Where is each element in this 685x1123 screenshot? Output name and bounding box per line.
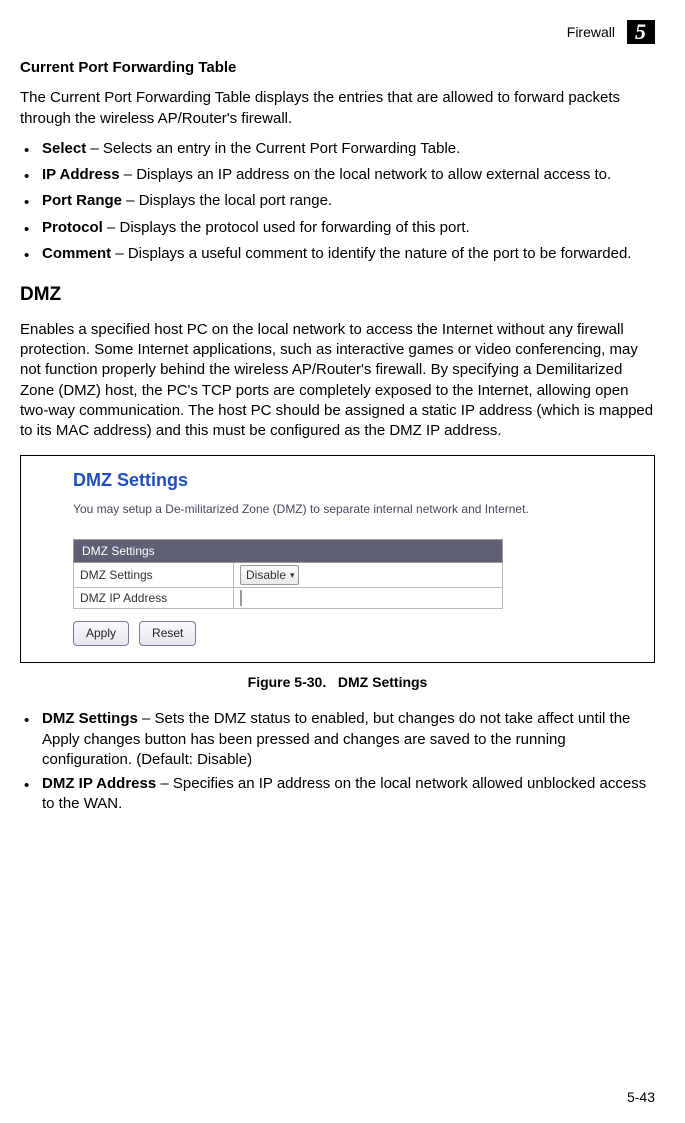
dmz-settings-dropdown[interactable]: Disable ▾ — [240, 565, 299, 585]
table-header: DMZ Settings — [74, 539, 503, 562]
chevron-down-icon: ▾ — [290, 569, 295, 581]
chapter-badge: 5 — [627, 20, 655, 44]
section-intro: The Current Port Forwarding Table displa… — [20, 88, 655, 129]
section-title-port-forwarding: Current Port Forwarding Table — [20, 58, 655, 78]
list-term: Comment — [42, 245, 111, 262]
dmz-paragraph: Enables a specified host PC on the local… — [20, 320, 655, 442]
page-header: Firewall 5 — [20, 20, 655, 44]
list-item: •IP Address – Displays an IP address on … — [24, 165, 655, 187]
list-desc: – Displays an IP address on the local ne… — [120, 166, 612, 183]
table-row: DMZ Settings Disable ▾ — [74, 563, 503, 588]
list-item: •DMZ IP Address – Specifies an IP addres… — [24, 774, 655, 815]
list-term: Protocol — [42, 219, 103, 236]
bullet-icon: • — [24, 218, 42, 240]
list-desc: – Displays the local port range. — [122, 192, 332, 209]
dmz-settings-title: DMZ Settings — [73, 468, 642, 492]
list-term: DMZ IP Address — [42, 775, 156, 792]
bullet-icon: • — [24, 774, 42, 796]
list-term: IP Address — [42, 166, 120, 183]
dmz-heading: DMZ — [20, 282, 655, 308]
list-term: Port Range — [42, 192, 122, 209]
row-label: DMZ Settings — [74, 563, 234, 588]
bullet-icon: • — [24, 165, 42, 187]
bullet-icon: • — [24, 709, 42, 731]
dmz-post-list: •DMZ Settings – Sets the DMZ status to e… — [20, 709, 655, 814]
list-desc: – Displays a useful comment to identify … — [111, 245, 631, 262]
apply-button[interactable]: Apply — [73, 621, 129, 645]
figure-caption: Figure 5-30. DMZ Settings — [20, 673, 655, 692]
list-item: •Select – Selects an entry in the Curren… — [24, 139, 655, 161]
list-term: DMZ Settings — [42, 710, 138, 727]
port-forwarding-list: •Select – Selects an entry in the Curren… — [20, 139, 655, 266]
dmz-settings-table: DMZ Settings DMZ Settings Disable ▾ DMZ … — [73, 539, 503, 610]
list-item: •Comment – Displays a useful comment to … — [24, 244, 655, 266]
reset-button[interactable]: Reset — [139, 621, 196, 645]
dmz-settings-desc: You may setup a De-militarized Zone (DMZ… — [73, 501, 642, 517]
bullet-icon: • — [24, 139, 42, 161]
bullet-icon: • — [24, 191, 42, 213]
header-section-label: Firewall — [567, 23, 615, 42]
dropdown-value: Disable — [246, 567, 286, 583]
bullet-icon: • — [24, 244, 42, 266]
list-desc: – Displays the protocol used for forward… — [103, 219, 470, 236]
figure-number: Figure 5-30. — [248, 674, 327, 690]
list-item: •Port Range – Displays the local port ra… — [24, 191, 655, 213]
figure-title: DMZ Settings — [338, 674, 427, 690]
row-label: DMZ IP Address — [74, 588, 234, 609]
list-item: •Protocol – Displays the protocol used f… — [24, 218, 655, 240]
list-desc: – Selects an entry in the Current Port F… — [86, 140, 460, 157]
list-item: •DMZ Settings – Sets the DMZ status to e… — [24, 709, 655, 770]
page-number: 5-43 — [627, 1088, 655, 1107]
figure-dmz-settings: DMZ Settings You may setup a De-militari… — [20, 455, 655, 662]
table-row: DMZ IP Address — [74, 588, 503, 609]
list-term: Select — [42, 140, 86, 157]
dmz-ip-input[interactable] — [240, 590, 242, 606]
